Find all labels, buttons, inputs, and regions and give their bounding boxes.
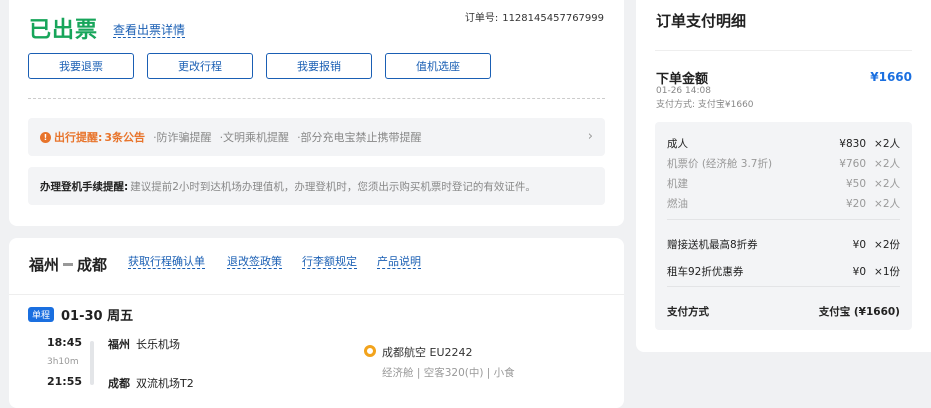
baggage-rules-link[interactable]: 行李额规定 [302, 255, 357, 269]
coupon-amount: ¥0 [852, 239, 867, 251]
flight-duration: 3h10m [47, 357, 79, 367]
coupon-qty: ×2份 [874, 239, 900, 251]
price-row-qty: ×2人 [874, 158, 900, 170]
payment-title: 订单支付明细 [656, 12, 747, 30]
change-itinerary-button[interactable]: 更改行程 [147, 53, 253, 79]
route-arrow-icon [63, 263, 74, 266]
divider [667, 219, 900, 220]
warning-icon: ! [40, 131, 51, 143]
refund-policy-link[interactable]: 退改签政策 [227, 255, 282, 269]
notice-item: ·防诈骗提醒 [153, 131, 212, 144]
price-row-qty: ×2人 [874, 178, 900, 190]
price-row-qty: ×2人 [874, 198, 900, 210]
price-row-amount: ¥760 [839, 158, 867, 170]
notice-item: ·文明乘机提醒 [219, 131, 290, 144]
checkin-label: 办理登机手续提醒: [40, 180, 129, 193]
notice-label: 出行提醒: [54, 131, 103, 144]
payment-method-summary: 支付方式: 支付宝¥1660 [656, 100, 754, 110]
status-title: 已出票 [29, 18, 99, 43]
checkin-text: 建议提前2小时到达机场办理值机，办理登机时，您须出示购买机票时登记的有效证件。 [130, 180, 536, 193]
view-ticket-details-link[interactable]: 查看出票详情 [113, 23, 186, 38]
divider [28, 98, 605, 99]
trip-card: 福州 成都 获取行程确认单 退改签政策 行李额规定 产品说明 单程 01-30 … [9, 238, 624, 408]
price-row-airport-fee: 机建 ¥50 ×2人 [667, 176, 900, 191]
divider [667, 286, 900, 287]
payment-detail-card: 订单支付明细 下单金额 ¥1660 01-26 14:08 支付方式: 支付宝¥… [636, 0, 931, 352]
flight-date: 01-30 周五 [61, 309, 134, 324]
airline-flight: 成都航空 EU2242 [382, 346, 473, 359]
origin-city: 福州 [29, 256, 60, 274]
total-amount: ¥1660 [870, 70, 912, 84]
coupon-amount: ¥0 [852, 266, 867, 278]
price-row-amount: ¥50 [845, 178, 867, 190]
price-row-label: 成人 [667, 138, 688, 150]
payment-method-value: 支付宝 (¥1660) [818, 306, 900, 318]
coupon-label: 租车92折优惠券 [667, 266, 744, 278]
price-row-fuel: 燃油 ¥20 ×2人 [667, 196, 900, 211]
refund-button[interactable]: 我要退票 [28, 53, 134, 79]
arrival-airport-name: 双流机场T2 [136, 377, 194, 390]
coupon-label: 赠接送机最高8折券 [667, 239, 758, 251]
departure-airport-name: 长乐机场 [136, 338, 180, 351]
timeline-bar [90, 341, 94, 385]
order-number-label: 订单号: [464, 13, 499, 24]
checkin-seat-button[interactable]: 值机选座 [385, 53, 491, 79]
chevron-right-icon: › [587, 129, 593, 144]
airline-logo-icon [364, 345, 376, 357]
price-row-label: 机票价 (经济舱 3.7折) [667, 158, 773, 170]
travel-notice-bar[interactable]: ! 出行提醒: 3条公告 ·防诈骗提醒 ·文明乘机提醒 ·部分充电宝禁止携带提醒… [28, 118, 605, 156]
arrival-time: 21:55 [47, 375, 83, 388]
departure-airport: 福州 长乐机场 [108, 336, 180, 352]
ticket-status-card: 已出票 查看出票详情 订单号: 1128145457767999 我要退票 更改行… [9, 0, 624, 226]
one-way-badge: 单程 [28, 307, 55, 322]
coupon-row: 赠接送机最高8折券 ¥0 ×2份 [667, 237, 900, 252]
payment-method-label: 支付方式 [667, 306, 709, 318]
order-number-value: 1128145457767999 [502, 13, 604, 24]
notice-count: 3条公告 [104, 131, 146, 144]
checkin-reminder: 办理登机手续提醒: 建议提前2小时到达机场办理值机，办理登机时，您须出示购买机票… [28, 167, 605, 205]
price-row-qty: ×2人 [874, 138, 900, 150]
order-number: 订单号: 1128145457767999 [461, 9, 604, 24]
departure-time: 18:45 [47, 336, 83, 349]
destination-city: 成都 [77, 256, 108, 274]
cabin-info: 经济舱 | 空客320(中) | 小食 [382, 367, 515, 379]
order-time: 01-26 14:08 [656, 86, 711, 96]
total-label: 下单金额 [656, 72, 709, 87]
price-row-fare: 机票价 (经济舱 3.7折) ¥760 ×2人 [667, 156, 900, 171]
itinerary-confirmation-link[interactable]: 获取行程确认单 [128, 255, 205, 269]
price-breakdown: 成人 ¥830 ×2人 机票价 (经济舱 3.7折) ¥760 ×2人 机建 ¥50… [655, 122, 912, 330]
price-row-adult: 成人 ¥830 ×2人 [667, 136, 900, 151]
coupon-row: 租车92折优惠券 ¥0 ×1份 [667, 264, 900, 279]
product-info-link[interactable]: 产品说明 [377, 255, 421, 269]
reimburse-button[interactable]: 我要报销 [266, 53, 372, 79]
payment-method-row: 支付方式 支付宝 (¥1660) [667, 304, 900, 319]
divider [9, 294, 624, 295]
arrival-airport: 成都 双流机场T2 [108, 375, 194, 391]
arrival-city: 成都 [108, 377, 130, 390]
price-row-label: 燃油 [667, 198, 688, 210]
divider [655, 50, 912, 51]
notice-item: ·部分充电宝禁止携带提醒 [297, 131, 422, 144]
price-row-amount: ¥830 [839, 138, 867, 150]
price-row-label: 机建 [667, 178, 688, 190]
price-row-amount: ¥20 [845, 198, 867, 210]
departure-city: 福州 [108, 338, 130, 351]
coupon-qty: ×1份 [874, 266, 900, 278]
route-title: 福州 成都 [29, 254, 107, 275]
